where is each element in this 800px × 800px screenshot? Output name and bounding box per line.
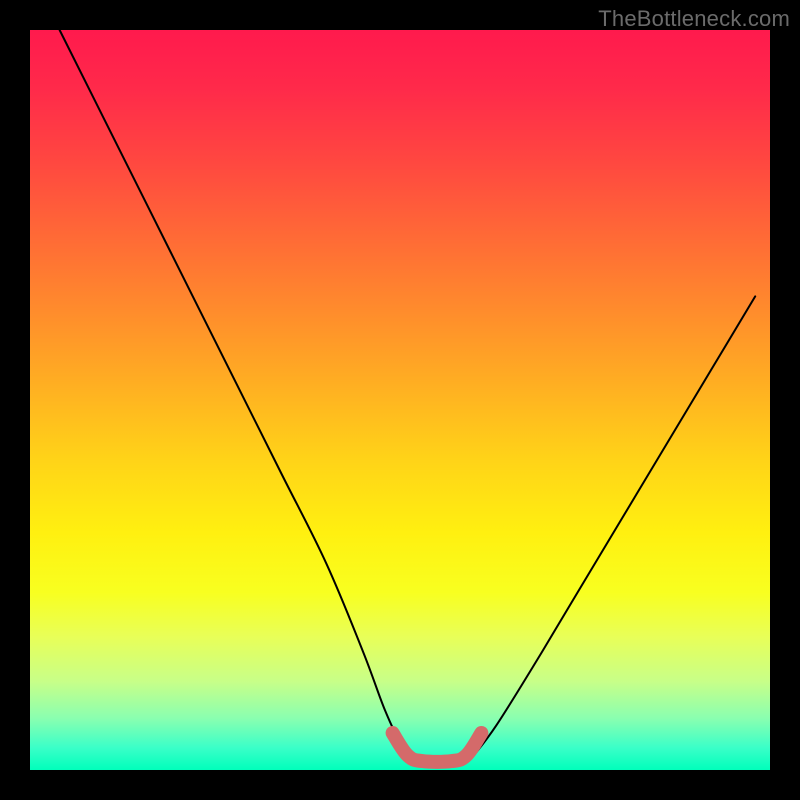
watermark-text: TheBottleneck.com — [598, 6, 790, 32]
curve-left-branch — [60, 30, 415, 755]
chart-svg — [30, 30, 770, 770]
chart-frame: TheBottleneck.com — [0, 0, 800, 800]
curve-trough-highlight — [393, 733, 482, 762]
plot-area — [30, 30, 770, 770]
curve-right-branch — [474, 296, 755, 755]
